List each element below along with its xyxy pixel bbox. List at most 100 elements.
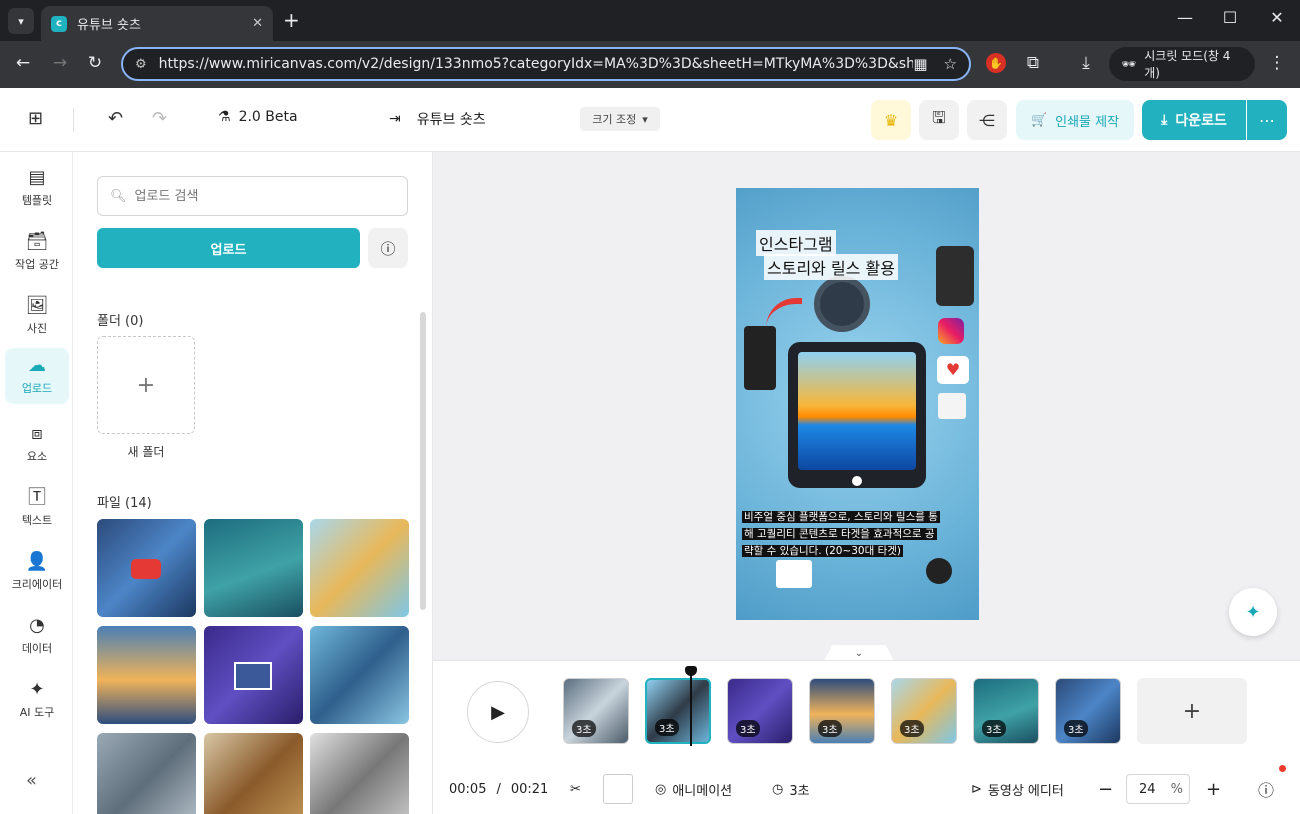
site-info-icon[interactable]: ⚙ [135,57,147,72]
more-options-button[interactable]: ⋯ [1247,100,1287,140]
browser-tab[interactable]: c 유튜브 숏츠 ✕ [41,6,273,41]
beta-toggle[interactable]: ⚗ 2.0 Beta [218,109,298,125]
rail-item-template[interactable]: ▤ 템플릿 [5,160,69,216]
timeline-clip[interactable]: 3초 [563,678,629,744]
file-thumbnail[interactable] [97,733,196,814]
zoom-in-button[interactable]: + [1206,779,1221,800]
clip-duration: 3초 [1064,720,1088,737]
zoom-out-button[interactable]: − [1098,779,1113,800]
collapse-timeline-button[interactable]: ⌄ [824,645,894,661]
crown-icon: ♛ [883,110,899,130]
browser-toolbar: ← → ↻ ⚙ https://www.miricanvas.com/v2/de… [0,41,1300,88]
rail-item-workspace[interactable]: 🗃 작업 공간 [5,224,69,280]
redo-icon[interactable]: ↷ [152,108,167,129]
rail-item-upload[interactable]: ☁ 업로드 [5,348,69,404]
premium-crown-button[interactable]: ♛ [871,100,911,140]
collapse-panel-icon[interactable]: « [26,770,37,791]
files-title: 파일 (14) [97,496,152,511]
title-text-line1[interactable]: 인스타그램 [756,230,836,256]
close-window-button[interactable]: ✕ [1254,8,1300,27]
maximize-button[interactable]: ☐ [1207,8,1253,27]
split-icon[interactable]: ✂ [570,782,581,797]
rail-item-photo[interactable]: 🖼 사진 [5,288,69,344]
lens-graphic [744,326,776,390]
back-button[interactable]: ← [11,53,35,73]
duration-label: 3초 [789,783,810,799]
clip-duration: 3초 [982,720,1006,737]
editor-header: ⊞ ↶ ↷ ⚗ 2.0 Beta ⇥ 유튜브 숏츠 크기 조정 ▾ ♛ 🖫 ⋲ … [0,88,1300,152]
url-text[interactable]: https://www.miricanvas.com/v2/design/133… [159,56,914,72]
playhead[interactable] [685,666,697,746]
timeline-clip-selected[interactable]: 3초 [645,678,711,744]
help-icon[interactable]: ⓘ [1258,777,1274,801]
tab-close-icon[interactable]: ✕ [252,16,263,31]
zoom-input[interactable]: 24 % [1126,774,1190,804]
new-folder-button[interactable]: + [97,336,195,434]
new-tab-button[interactable]: + [283,10,300,30]
timeline-clip[interactable]: 3초 [973,678,1039,744]
file-thumbnail[interactable] [204,626,303,724]
panel-scrollbar[interactable] [420,312,426,610]
caption-line: 해 고퀄리티 콘텐츠로 타겟을 효과적으로 공 [742,528,937,540]
document-title-text[interactable]: 유튜브 숏츠 [417,109,486,129]
duration-button[interactable]: ◷ 3초 [772,780,810,799]
info-button[interactable]: ⓘ [368,228,408,268]
save-button[interactable]: 🖫 [919,100,959,140]
minimize-button[interactable]: — [1162,8,1208,27]
animation-button[interactable]: ◎ 애니메이션 [655,780,732,799]
tab-search-button[interactable]: ▾ [8,8,34,34]
browser-menu-icon[interactable]: ⋮ [1265,53,1289,73]
caption-text[interactable]: 비주얼 중심 플랫폼으로, 스토리와 릴스를 통 해 고퀄리티 콘텐츠로 타겟을… [742,509,974,560]
timeline-controls: 00:05 / 00:21 ✂ ◎ 애니메이션 ◷ 3초 ⊳ 동영상 에디터 −… [433,765,1300,807]
folder-move-icon[interactable]: ⇥ [389,111,401,127]
rail-item-data[interactable]: ◔ 데이터 [5,608,69,664]
extension-icon[interactable]: ✋ [986,53,1010,73]
background-color-swatch[interactable] [603,774,633,804]
file-thumbnail[interactable] [310,519,409,617]
timeline-clip[interactable]: 3초 [809,678,875,744]
title-text-line2[interactable]: 스토리와 릴스 활용 [764,254,898,280]
rail-item-text[interactable]: 🅃 텍스트 [5,480,69,536]
reload-button[interactable]: ↻ [83,53,107,73]
incognito-badge[interactable]: 🕶 시크릿 모드(창 4개) [1109,47,1255,81]
share-button[interactable]: ⋲ [967,100,1007,140]
search-input[interactable] [134,188,395,204]
add-page-button[interactable]: + [1137,678,1247,744]
zoom-value[interactable]: 24 [1139,782,1156,797]
file-thumbnail[interactable] [310,733,409,814]
design-page[interactable]: ♥ 인스타그램 스토리와 릴스 활용 비주얼 중심 플랫폼으로, 스토리와 릴스… [736,188,979,620]
video-editor-button[interactable]: ⊳ 동영상 에디터 [971,780,1064,799]
address-bar[interactable]: ⚙ https://www.miricanvas.com/v2/design/1… [121,47,971,81]
total-time: 00:21 [510,781,549,797]
play-button[interactable]: ▶ [467,681,529,743]
download-button[interactable]: ⤓ 다운로드 [1142,100,1246,140]
file-thumbnail[interactable] [97,519,196,617]
rail-item-creator[interactable]: 👤 크리에이터 [5,544,69,600]
file-thumbnail[interactable] [97,626,196,724]
downloads-icon[interactable]: ⤓ [1074,53,1098,73]
search-icon: 🔍︎ [110,188,127,204]
bookmark-star-icon[interactable]: ☆ [944,55,957,73]
print-order-button[interactable]: 🛒 인쇄물 제작 [1016,100,1134,140]
undo-icon[interactable]: ↶ [108,108,123,129]
timeline-clip[interactable]: 3초 [1055,678,1121,744]
ai-assistant-button[interactable]: ✦ [1229,588,1277,636]
file-thumbnail[interactable] [204,519,303,617]
upload-button[interactable]: 업로드 [97,228,360,268]
upload-search[interactable]: 🔍︎ [97,176,408,216]
animation-label: 애니메이션 [672,783,733,799]
forward-button[interactable]: → [48,53,72,73]
rail-item-elements[interactable]: ⧈ 요소 [5,416,69,472]
clip-duration: 3초 [900,720,924,737]
file-thumbnail[interactable] [310,626,409,724]
canvas-workspace: ♥ 인스타그램 스토리와 릴스 활용 비주얼 중심 플랫폼으로, 스토리와 릴스… [433,152,1300,661]
extensions-puzzle-icon[interactable]: ⧉ [1021,53,1045,73]
file-thumbnail[interactable] [204,733,303,814]
rail-item-ai-tools[interactable]: ✦ AI 도구 [5,672,69,728]
apps-grid-icon[interactable]: ⊞ [28,108,43,129]
qr-code-icon[interactable]: ▦ [913,55,927,73]
timeline-clip[interactable]: 3초 [891,678,957,744]
document-title[interactable]: ⇥ 유튜브 숏츠 [389,109,486,129]
resize-button[interactable]: 크기 조정 ▾ [580,107,660,131]
timeline-clip[interactable]: 3초 [727,678,793,744]
